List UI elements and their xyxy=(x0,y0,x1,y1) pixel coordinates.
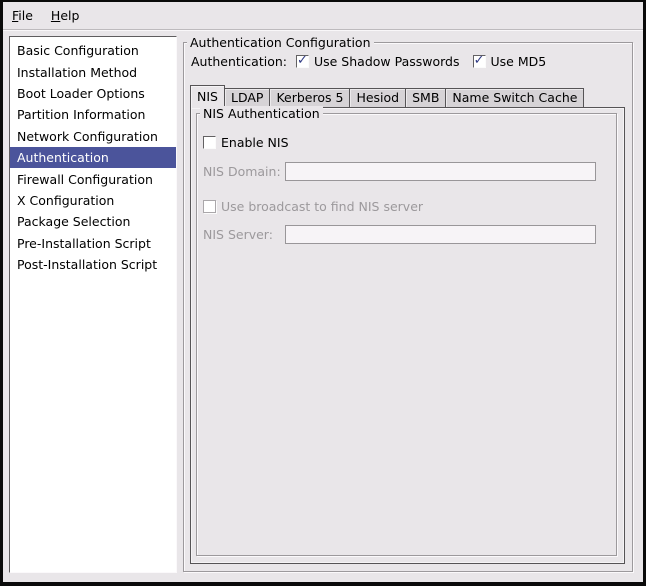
md5-checkbox[interactable] xyxy=(473,55,486,68)
sidebar-item-boot-loader-options[interactable]: Boot Loader Options xyxy=(10,83,176,104)
nis-domain-input xyxy=(285,162,596,181)
tab-kerberos-5[interactable]: Kerberos 5 xyxy=(269,88,350,107)
nis-server-label: NIS Server: xyxy=(203,225,273,244)
shadow-passwords-checkbox[interactable] xyxy=(296,55,309,68)
tab-ldap[interactable]: LDAP xyxy=(224,88,270,107)
enable-nis-label: Enable NIS xyxy=(221,135,289,150)
tab-smb[interactable]: SMB xyxy=(405,88,446,107)
tab-hesiod[interactable]: Hesiod xyxy=(349,88,406,107)
tab-bar: NIS LDAP Kerberos 5 Hesiod SMB Name Swit… xyxy=(190,84,625,107)
enable-nis-row: Enable NIS xyxy=(203,135,289,150)
enable-nis-checkbox[interactable] xyxy=(203,136,216,149)
auth-config-frame: Authentication Configuration Authenticat… xyxy=(183,42,633,572)
nis-server-input xyxy=(285,225,596,244)
sidebar-item-x-configuration[interactable]: X Configuration xyxy=(10,190,176,211)
authentication-label: Authentication: xyxy=(191,54,287,69)
sidebar-item-post-installation-script[interactable]: Post-Installation Script xyxy=(10,254,176,275)
shadow-passwords-label: Use Shadow Passwords xyxy=(314,54,460,69)
auth-notebook: NIS LDAP Kerberos 5 Hesiod SMB Name Swit… xyxy=(190,84,625,564)
auth-config-frame-title: Authentication Configuration xyxy=(187,35,374,50)
broadcast-row: Use broadcast to find NIS server xyxy=(203,199,423,214)
sidebar-item-installation-method[interactable]: Installation Method xyxy=(10,61,176,82)
md5-label: Use MD5 xyxy=(491,54,547,69)
nis-auth-frame-title: NIS Authentication xyxy=(200,106,323,121)
sidebar-item-package-selection[interactable]: Package Selection xyxy=(10,211,176,232)
sidebar-item-authentication[interactable]: Authentication xyxy=(10,147,176,168)
broadcast-checkbox xyxy=(203,200,216,213)
tab-name-switch-cache[interactable]: Name Switch Cache xyxy=(445,88,584,107)
sidebar-list: Basic Configuration Installation Method … xyxy=(9,36,177,573)
broadcast-label: Use broadcast to find NIS server xyxy=(221,199,423,214)
menu-item-file[interactable]: File xyxy=(12,8,33,23)
sidebar-item-network-configuration[interactable]: Network Configuration xyxy=(10,126,176,147)
menu-item-help[interactable]: Help xyxy=(51,8,80,23)
menubar: File Help xyxy=(3,2,643,30)
nis-auth-frame: NIS Authentication Enable NIS NIS Domain… xyxy=(196,113,617,556)
auth-row: Authentication: Use Shadow Passwords Use… xyxy=(191,53,546,69)
tab-nis[interactable]: NIS xyxy=(190,85,225,108)
app-window: File Help Basic Configuration Installati… xyxy=(0,0,646,586)
sidebar-item-pre-installation-script[interactable]: Pre-Installation Script xyxy=(10,233,176,254)
sidebar-item-basic-configuration[interactable]: Basic Configuration xyxy=(10,40,176,61)
sidebar-item-firewall-configuration[interactable]: Firewall Configuration xyxy=(10,168,176,189)
sidebar-item-partition-information[interactable]: Partition Information xyxy=(10,104,176,125)
nis-domain-label: NIS Domain: xyxy=(203,162,281,181)
